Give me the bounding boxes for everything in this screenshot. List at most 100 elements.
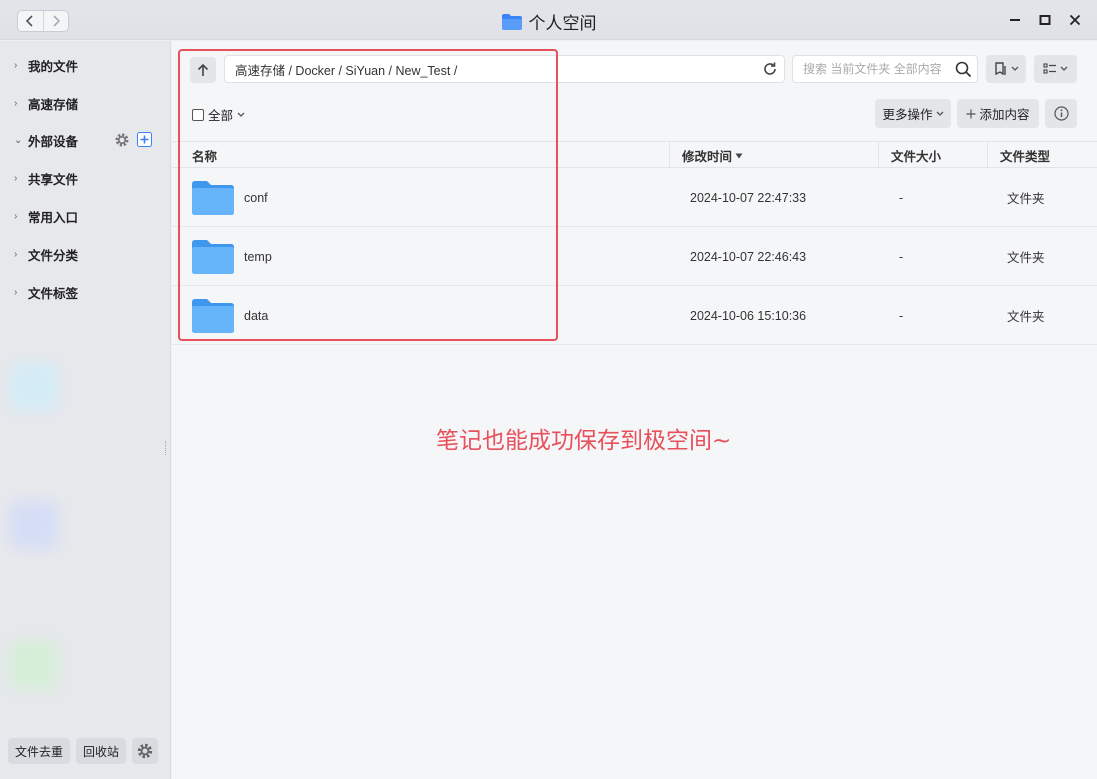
view-columns-icon [994, 62, 1006, 76]
sidebar-item-external-devices[interactable]: ⌄ 外部设备 [14, 130, 154, 150]
sidebar-item-fast-storage[interactable]: › 高速存储 [14, 93, 78, 113]
minimize-button[interactable] [1007, 12, 1023, 28]
table-row[interactable]: data 2024-10-06 15:10:36 - 文件夹 [172, 286, 1097, 345]
column-header-type[interactable]: 文件类型 [987, 142, 1097, 169]
background-blur-tile [10, 501, 58, 549]
column-header-type-label: 文件类型 [1000, 150, 1051, 164]
info-icon [1053, 106, 1069, 121]
info-button[interactable] [1045, 99, 1077, 128]
view-mode-button[interactable] [986, 55, 1026, 83]
column-header-modified-label: 修改时间 [682, 150, 733, 164]
chevron-right-icon: › [14, 98, 18, 109]
chevron-right-icon: › [14, 249, 18, 260]
refresh-button[interactable] [762, 61, 778, 80]
close-button[interactable] [1067, 12, 1083, 28]
chevron-right-icon: › [14, 287, 18, 298]
plus-square-icon [137, 132, 152, 147]
close-icon [1069, 14, 1081, 26]
sidebar-item-label: 共享文件 [28, 172, 79, 187]
path-text: 高速存储 / Docker / SiYuan / New_Test / [235, 63, 458, 78]
file-modified: 2024-10-06 15:10:36 [690, 308, 807, 323]
sidebar: › 我的文件 › 高速存储 ⌄ 外部设备 › 共享文件 › 常用入口 › 文件分… [0, 41, 171, 779]
sort-layout-button[interactable] [1034, 55, 1077, 83]
sidebar-item-label: 文件分类 [28, 248, 79, 263]
chevron-down-icon [1011, 66, 1018, 71]
file-modified: 2024-10-07 22:47:33 [690, 190, 807, 205]
file-size: - [899, 308, 904, 323]
add-content-label: 添加内容 [979, 108, 1030, 122]
column-header-name-label: 名称 [192, 150, 218, 164]
select-all-toggle[interactable]: 全部 [192, 105, 245, 124]
chevron-down-icon: ⌄ [14, 135, 23, 146]
sidebar-settings-button[interactable] [132, 738, 159, 764]
table-row[interactable]: temp 2024-10-07 22:46:43 - 文件夹 [172, 227, 1097, 286]
file-size: - [899, 190, 904, 205]
minimize-icon [1010, 19, 1020, 21]
maximize-button[interactable] [1037, 12, 1053, 28]
column-header-name[interactable]: 名称 [180, 142, 669, 169]
select-all-checkbox[interactable] [192, 108, 204, 121]
sidebar-item-my-files[interactable]: › 我的文件 [14, 55, 78, 75]
sidebar-item-common-entries[interactable]: › 常用入口 [14, 206, 78, 226]
sidebar-item-label: 我的文件 [28, 59, 79, 74]
file-type: 文件夹 [1007, 251, 1045, 265]
select-all-label: 全部 [208, 109, 234, 123]
folder-icon [501, 13, 522, 30]
add-device-button[interactable] [137, 132, 152, 150]
chevron-down-icon [237, 112, 245, 117]
list-view-icon [1043, 63, 1056, 74]
plus-icon [966, 109, 976, 118]
path-bar[interactable]: 高速存储 / Docker / SiYuan / New_Test / [224, 55, 785, 83]
dedupe-button[interactable]: 文件去重 [8, 738, 71, 764]
gear-icon [115, 133, 129, 147]
search-button[interactable] [955, 61, 972, 81]
device-settings-button[interactable] [114, 132, 130, 151]
chevron-right-icon: › [14, 60, 18, 71]
chevron-down-icon [936, 111, 943, 116]
window-controls [1007, 12, 1083, 28]
annotation-text: 笔记也能成功保存到极空间~ [436, 428, 732, 454]
refresh-icon [764, 62, 776, 75]
sidebar-item-label: 外部设备 [28, 134, 79, 149]
arrow-up-icon [197, 63, 209, 76]
background-blur-tile [10, 641, 58, 689]
maximize-icon [1039, 15, 1051, 25]
sidebar-bottom-actions: 文件去重 回收站 [8, 738, 159, 764]
search-input[interactable] [803, 62, 948, 76]
window-title-text: 个人空间 [528, 14, 597, 33]
recycle-bin-button[interactable]: 回收站 [76, 738, 127, 764]
table-row[interactable]: conf 2024-10-07 22:47:33 - 文件夹 [172, 168, 1097, 227]
sidebar-item-label: 常用入口 [28, 210, 79, 225]
add-content-button[interactable]: 添加内容 [957, 99, 1039, 128]
chevron-right-icon: › [14, 173, 18, 184]
folder-icon [192, 299, 234, 333]
window-title: 个人空间 [0, 9, 1097, 34]
parent-folder-button[interactable] [190, 57, 216, 83]
title-bar: 个人空间 [0, 0, 1097, 40]
sidebar-item-shared-files[interactable]: › 共享文件 [14, 168, 78, 188]
file-type: 文件夹 [1007, 192, 1045, 206]
sidebar-item-file-categories[interactable]: › 文件分类 [14, 244, 78, 264]
sidebar-item-label: 文件标签 [28, 286, 79, 301]
file-name: conf [244, 190, 268, 205]
column-header-modified[interactable]: 修改时间 [669, 142, 878, 169]
folder-icon [192, 181, 234, 215]
file-type: 文件夹 [1007, 310, 1045, 324]
column-header-size[interactable]: 文件大小 [878, 142, 987, 169]
sidebar-resize-handle[interactable] [165, 441, 168, 455]
more-actions-button[interactable]: 更多操作 [875, 99, 951, 128]
chevron-down-icon [1060, 66, 1068, 71]
file-name: temp [244, 249, 272, 264]
file-size: - [899, 249, 904, 264]
chevron-right-icon: › [14, 211, 18, 222]
more-actions-label: 更多操作 [882, 108, 933, 122]
sort-desc-icon [735, 153, 743, 158]
sidebar-item-file-tags[interactable]: › 文件标签 [14, 282, 78, 302]
gear-icon [137, 743, 153, 759]
folder-icon [192, 240, 234, 274]
background-blur-tile [10, 363, 58, 411]
column-header-size-label: 文件大小 [891, 150, 942, 164]
search-box [792, 55, 978, 83]
file-modified: 2024-10-07 22:46:43 [690, 249, 807, 264]
search-icon [955, 61, 972, 78]
